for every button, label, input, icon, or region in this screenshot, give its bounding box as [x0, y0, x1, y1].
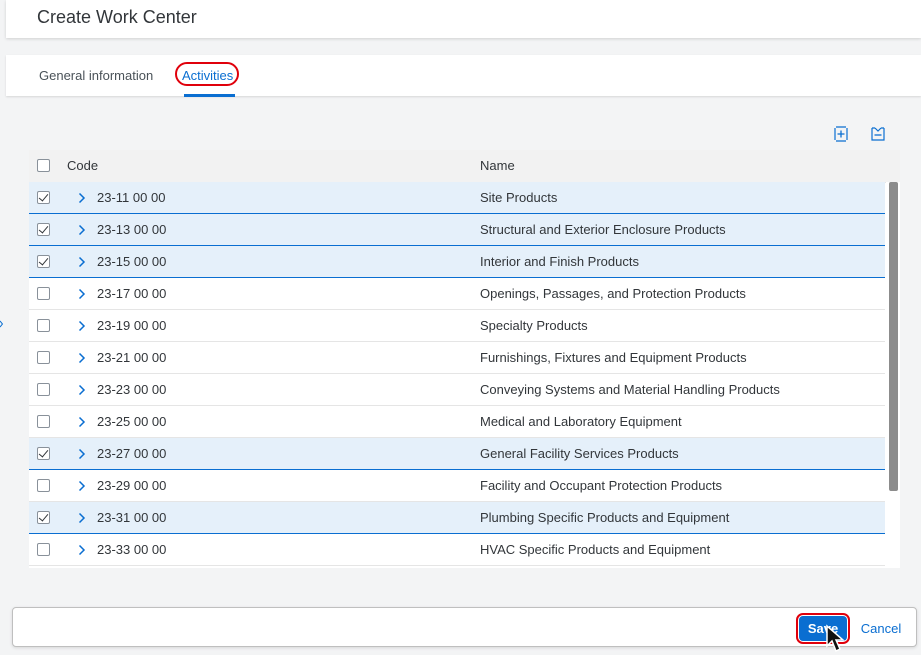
table-row[interactable]: 23-15 00 00 Interior and Finish Products: [29, 246, 885, 278]
row-code: 23-19 00 00: [97, 318, 167, 333]
row-name: General Facility Services Products: [480, 446, 679, 461]
footer-toolbar: Save Cancel: [12, 607, 917, 647]
vertical-scrollbar[interactable]: [886, 182, 900, 568]
collapse-all-icon[interactable]: [869, 125, 887, 143]
chevron-right-icon[interactable]: [77, 479, 87, 493]
row-checkbox[interactable]: [37, 415, 50, 428]
chevron-right-icon[interactable]: [77, 255, 87, 269]
row-code: 23-27 00 00: [97, 446, 167, 461]
row-checkbox[interactable]: [37, 351, 50, 364]
row-checkbox[interactable]: [37, 319, 50, 332]
table-row[interactable]: 23-31 00 00 Plumbing Specific Products an…: [29, 502, 885, 534]
row-checkbox[interactable]: [37, 191, 50, 204]
table-row[interactable]: 23-33 00 00 HVAC Specific Products and Eq…: [29, 534, 885, 566]
row-code: 23-29 00 00: [97, 478, 167, 493]
table-body: 23-11 00 00 Site Products 23-13 00 00 Struc…: [29, 182, 885, 566]
chevron-right-icon[interactable]: [77, 415, 87, 429]
row-name: Specialty Products: [480, 318, 588, 333]
row-checkbox[interactable]: [37, 447, 50, 460]
row-name: Site Products: [480, 190, 558, 205]
table-row[interactable]: 23-29 00 00 Facility and Occupant Protect…: [29, 470, 885, 502]
scrollbar-thumb[interactable]: [889, 182, 898, 491]
row-code: 23-17 00 00: [97, 286, 167, 301]
page-title: Create Work Center: [37, 7, 197, 27]
chevron-right-icon[interactable]: [77, 511, 87, 525]
row-code: 23-25 00 00: [97, 414, 167, 429]
table-row[interactable]: 23-19 00 00 Specialty Products: [29, 310, 885, 342]
row-checkbox[interactable]: [37, 383, 50, 396]
chevron-right-icon[interactable]: [77, 543, 87, 557]
expand-all-icon[interactable]: [832, 125, 850, 143]
column-header-name: Name: [480, 158, 515, 173]
row-name: Furnishings, Fixtures and Equipment Prod…: [480, 350, 747, 365]
tab-selected-indicator: [184, 94, 236, 97]
row-code: 23-15 00 00: [97, 254, 167, 269]
chevron-right-icon[interactable]: [77, 223, 87, 237]
row-name: Facility and Occupant Protection Product…: [480, 478, 723, 493]
row-code: 23-21 00 00: [97, 350, 167, 365]
table-row[interactable]: 23-25 00 00 Medical and Laboratory Equipm…: [29, 406, 885, 438]
chevron-right-icon[interactable]: [77, 383, 87, 397]
tab-bar: General information Activities: [6, 55, 921, 97]
row-checkbox[interactable]: [37, 255, 50, 268]
row-code: 23-33 00 00: [97, 542, 167, 557]
row-code: 23-13 00 00: [97, 222, 167, 237]
row-checkbox[interactable]: [37, 543, 50, 556]
cancel-button[interactable]: Cancel: [853, 616, 909, 641]
column-header-code: Code: [67, 158, 99, 173]
row-checkbox[interactable]: [37, 511, 50, 524]
page-header: Create Work Center: [6, 0, 921, 38]
row-name: Openings, Passages, and Protection Produ…: [480, 286, 746, 301]
tab-label: General information: [39, 68, 154, 83]
row-checkbox[interactable]: [37, 223, 50, 236]
table-row[interactable]: 23-27 00 00 General Facility Services Pro…: [29, 438, 885, 470]
row-name: Plumbing Specific Products and Equipment: [480, 510, 730, 525]
table-header: Code Name: [29, 150, 900, 183]
table-row[interactable]: 23-21 00 00 Furnishings, Fixtures and Equ…: [29, 342, 885, 374]
row-name: HVAC Specific Products and Equipment: [480, 542, 711, 557]
row-checkbox[interactable]: [37, 287, 50, 300]
chevron-right-icon[interactable]: [77, 287, 87, 301]
row-code: 23-31 00 00: [97, 510, 167, 525]
row-checkbox[interactable]: [37, 479, 50, 492]
chevron-right-icon[interactable]: [77, 351, 87, 365]
table-row[interactable]: 23-17 00 00 Openings, Passages, and Prote…: [29, 278, 885, 310]
chevron-right-icon[interactable]: [77, 319, 87, 333]
row-name: Interior and Finish Products: [480, 254, 639, 269]
tab-activities[interactable]: Activities: [175, 55, 239, 97]
row-name: Conveying Systems and Material Handling …: [480, 382, 780, 397]
activities-table: Code Name 23-11 00 00 Site Products 23-13 …: [29, 150, 900, 568]
row-name: Medical and Laboratory Equipment: [480, 414, 682, 429]
chevron-right-icon[interactable]: [77, 191, 87, 205]
chevron-right-icon: [0, 320, 3, 328]
tab-label: Activities: [182, 68, 234, 83]
row-code: 23-23 00 00: [97, 382, 167, 397]
select-all-checkbox[interactable]: [37, 159, 50, 172]
row-name: Structural and Exterior Enclosure Produc…: [480, 222, 726, 237]
table-row[interactable]: 23-23 00 00 Conveying Systems and Materia…: [29, 374, 885, 406]
chevron-right-icon[interactable]: [77, 447, 87, 461]
save-button[interactable]: Save: [799, 616, 847, 641]
row-code: 23-11 00 00: [97, 190, 166, 205]
table-row[interactable]: 23-11 00 00 Site Products: [29, 182, 885, 214]
table-row[interactable]: 23-13 00 00 Structural and Exterior Enclo…: [29, 214, 885, 246]
tab-general-information[interactable]: General information: [39, 55, 153, 96]
